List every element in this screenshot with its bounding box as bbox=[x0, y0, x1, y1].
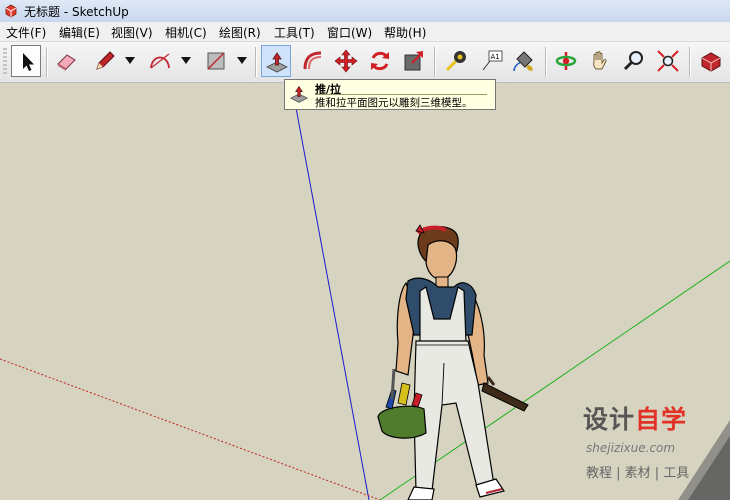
person-figure-icon[interactable] bbox=[368, 223, 540, 500]
red-axis-line bbox=[0, 358, 381, 500]
toolbar-separator bbox=[255, 47, 256, 77]
push-pull-tooltip: 推/拉 推和拉平面图元以雕刻三维模型。 bbox=[284, 79, 496, 110]
pencil-dropdown[interactable] bbox=[122, 45, 138, 77]
title-bar: 无标题 - SketchUp bbox=[0, 0, 730, 23]
scale-icon bbox=[404, 51, 423, 71]
watermark-brand-left: 设计 bbox=[583, 405, 636, 434]
arc-tool-button[interactable] bbox=[145, 45, 175, 77]
zoom-extents-tool-button[interactable] bbox=[653, 45, 683, 77]
toolbar-separator bbox=[689, 47, 690, 77]
watermark-brand: 设计自学 bbox=[583, 400, 687, 436]
menu-view[interactable]: 视图(V) bbox=[111, 24, 153, 41]
move-tool-button[interactable] bbox=[331, 45, 361, 77]
menu-camera[interactable]: 相机(C) bbox=[165, 24, 207, 41]
dropdown-arrow-icon bbox=[125, 57, 135, 64]
select-arrow-icon bbox=[23, 53, 34, 71]
blue-axis-line bbox=[293, 96, 370, 500]
rotate-tool-button[interactable] bbox=[365, 45, 395, 77]
tooltip-description: 推和拉平面图元以雕刻三维模型。 bbox=[315, 97, 473, 109]
watermark-tagline: 教程 | 素材 | 工具 bbox=[586, 466, 690, 481]
svg-text:A1: A1 bbox=[491, 53, 500, 61]
dropdown-arrow-icon bbox=[181, 57, 191, 64]
watermark-brand-right: 自学 bbox=[635, 405, 688, 434]
paint-bucket-icon bbox=[513, 51, 533, 72]
menu-tools[interactable]: 工具(T) bbox=[274, 24, 315, 41]
components-icon bbox=[701, 52, 721, 72]
menu-bar: 文件(F) 编辑(E) 视图(V) 相机(C) 绘图(R) 工具(T) 窗口(W… bbox=[0, 22, 730, 42]
push-pull-icon bbox=[289, 85, 309, 103]
paint-bucket-tool-button[interactable] bbox=[509, 45, 539, 77]
menu-file[interactable]: 文件(F) bbox=[6, 24, 46, 41]
pan-tool-button[interactable] bbox=[585, 45, 615, 77]
move-arrows-icon bbox=[334, 49, 358, 73]
toolbar-separator bbox=[434, 47, 435, 77]
pencil-icon bbox=[96, 51, 115, 70]
tape-measure-tool-button[interactable] bbox=[441, 45, 471, 77]
orbit-tool-button[interactable] bbox=[551, 45, 581, 77]
menu-edit[interactable]: 编辑(E) bbox=[59, 24, 100, 41]
rectangle-tool-button[interactable] bbox=[201, 45, 231, 77]
zoom-tool-button[interactable] bbox=[619, 45, 649, 77]
eraser-tool-button[interactable] bbox=[52, 45, 82, 77]
zoom-extents-icon bbox=[657, 50, 679, 72]
pencil-tool-button[interactable] bbox=[90, 45, 120, 77]
scale-tool-button[interactable] bbox=[399, 45, 429, 77]
arc-icon bbox=[150, 53, 170, 69]
push-pull-tool-button[interactable] bbox=[261, 45, 291, 77]
eraser-icon bbox=[57, 54, 76, 71]
toolbar-separator bbox=[545, 47, 546, 77]
toolbar-separator bbox=[46, 47, 47, 77]
text-tool-button[interactable]: A1 bbox=[476, 45, 506, 77]
push-pull-icon bbox=[266, 52, 288, 73]
arc-dropdown[interactable] bbox=[178, 45, 194, 77]
components-tool-button[interactable] bbox=[696, 45, 726, 77]
main-toolbar: A1 bbox=[0, 42, 730, 83]
tape-measure-icon bbox=[445, 51, 466, 72]
magnifier-icon bbox=[623, 51, 643, 71]
text-label-icon: A1 bbox=[482, 50, 503, 71]
window-title: 无标题 - SketchUp bbox=[24, 5, 129, 19]
rectangle-dropdown[interactable] bbox=[234, 45, 250, 77]
follow-me-icon bbox=[303, 51, 322, 70]
select-tool-button[interactable] bbox=[11, 45, 41, 77]
menu-draw[interactable]: 绘图(R) bbox=[219, 24, 261, 41]
site-watermark: 设计自学 shejizixue.com 教程 | 素材 | 工具 bbox=[583, 400, 730, 500]
follow-me-tool-button[interactable] bbox=[298, 45, 328, 77]
toolbar-grip[interactable] bbox=[3, 48, 7, 76]
rectangle-icon bbox=[207, 52, 225, 70]
menu-window[interactable]: 窗口(W) bbox=[327, 24, 372, 41]
menu-help[interactable]: 帮助(H) bbox=[384, 24, 426, 41]
watermark-url: shejizixue.com bbox=[586, 441, 676, 455]
dropdown-arrow-icon bbox=[237, 57, 247, 64]
sketchup-logo-icon bbox=[5, 4, 17, 18]
pan-hand-icon bbox=[593, 51, 607, 70]
orbit-icon bbox=[555, 52, 577, 70]
rotate-icon bbox=[371, 51, 389, 71]
